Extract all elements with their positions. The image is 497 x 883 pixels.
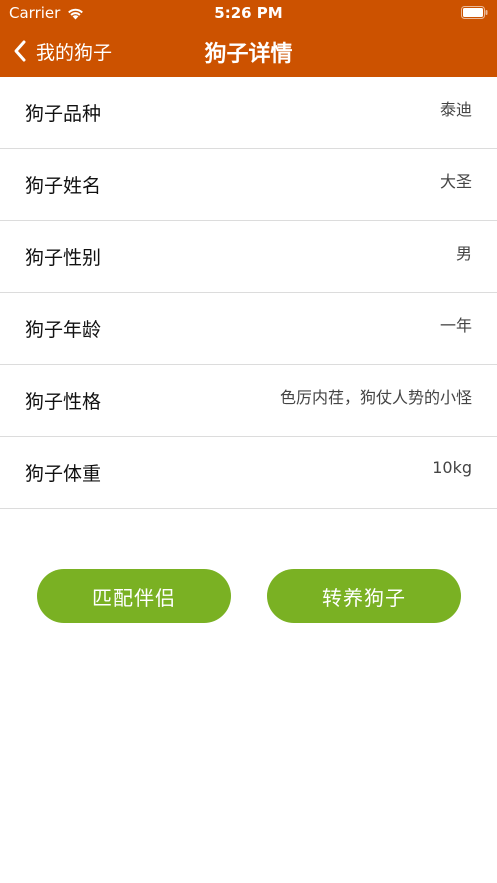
transfer-dog-button[interactable]: 转养狗子 (267, 569, 461, 623)
detail-label: 狗子性格 (25, 391, 102, 413)
nav-bar: 我的狗子 狗子详情 (0, 26, 497, 77)
match-partner-button[interactable]: 匹配伴侣 (37, 569, 231, 623)
detail-value: 色厉内荏，狗仗人势的小怪 (279, 387, 472, 407)
detail-label: 狗子体重 (25, 463, 102, 485)
detail-row-age: 狗子年龄 一年 (0, 293, 497, 365)
status-bar: Carrier 5:26 PM (0, 0, 497, 26)
detail-value: 男 (455, 243, 472, 263)
navigation-header: Carrier 5:26 PM 我的狗子 狗子详情 (0, 0, 497, 77)
detail-row-gender: 狗子性别 男 (0, 221, 497, 293)
battery-icon (461, 6, 488, 19)
status-time: 5:26 PM (214, 4, 283, 22)
detail-value: 泰迪 (439, 99, 472, 119)
detail-label: 狗子姓名 (25, 175, 102, 197)
detail-label: 狗子品种 (25, 103, 102, 125)
detail-row-weight: 狗子体重 10kg (0, 437, 497, 509)
detail-value: 一年 (439, 315, 472, 335)
detail-list: 狗子品种 泰迪 狗子姓名 大圣 狗子性别 男 狗子年龄 一年 狗子性格 色厉内荏… (0, 77, 497, 509)
detail-row-personality: 狗子性格 色厉内荏，狗仗人势的小怪 (0, 365, 497, 437)
page-title: 狗子详情 (204, 42, 293, 67)
detail-label: 狗子年龄 (25, 319, 102, 341)
detail-label: 狗子性别 (25, 247, 102, 269)
detail-value: 大圣 (439, 171, 472, 191)
detail-row-name: 狗子姓名 大圣 (0, 149, 497, 221)
detail-row-breed: 狗子品种 泰迪 (0, 77, 497, 149)
detail-value: 10kg (432, 458, 472, 477)
